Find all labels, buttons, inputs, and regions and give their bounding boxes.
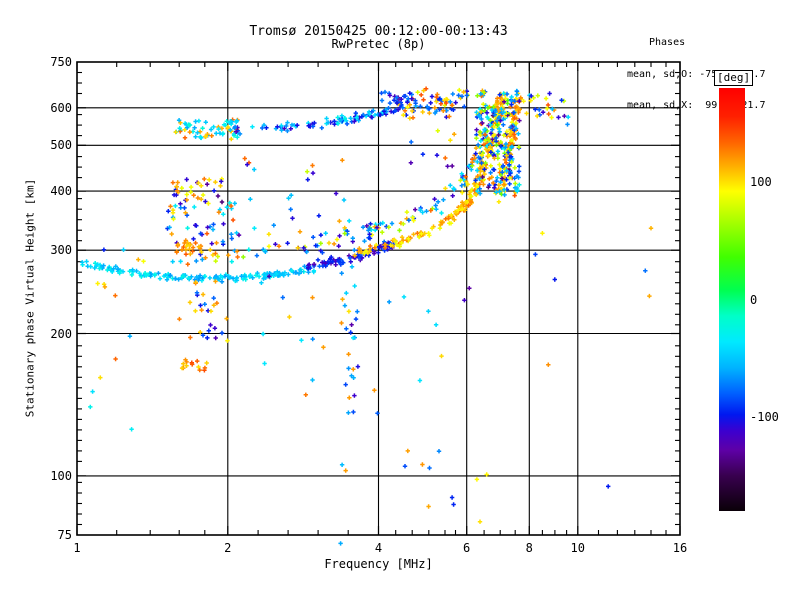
x-tick-label: 10 (556, 541, 600, 555)
y-tick-label: 500 (28, 138, 72, 152)
x-axis-title: Frequency [MHz] (0, 557, 757, 571)
y-tick-label: 100 (28, 469, 72, 483)
x-tick-label: 4 (357, 541, 401, 555)
y-axis-title: Stationary phase Virtual Height [km] (24, 179, 37, 417)
x-tick-label: 1 (55, 541, 99, 555)
x-tick-label: 6 (445, 541, 489, 555)
colorbar-tick-label: -100 (750, 410, 794, 424)
colorbar-unit-label: [deg] (714, 70, 753, 86)
x-tick-label: 2 (206, 541, 250, 555)
x-tick-label: 8 (507, 541, 551, 555)
colorbar-tick-label: 0 (750, 293, 794, 307)
x-tick-label: 16 (658, 541, 702, 555)
y-tick-label: 75 (28, 528, 72, 542)
colorbar (719, 88, 745, 511)
y-tick-label: 750 (28, 55, 72, 69)
scatter-plot-canvas (0, 0, 800, 600)
y-tick-label: 600 (28, 101, 72, 115)
colorbar-tick-label: 100 (750, 175, 794, 189)
ionogram-page: Tromsø 20150425 00:12:00-00:13:43 RwPret… (0, 0, 800, 600)
